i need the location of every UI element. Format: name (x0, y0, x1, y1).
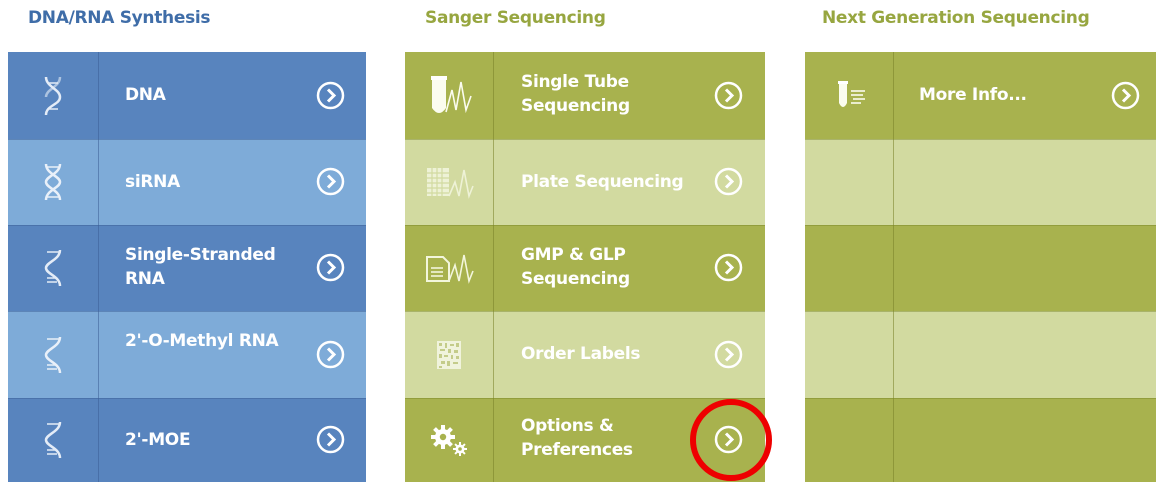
menu-label-single-stranded-rna: Single-Stranded RNA (125, 245, 276, 289)
chevron-right-circle-icon[interactable] (316, 167, 345, 196)
sirna-helix-icon (8, 139, 98, 225)
row-separator (405, 225, 765, 226)
chevron-right-circle-icon[interactable] (714, 81, 743, 110)
menu-row-sirna[interactable]: siRNA (8, 139, 366, 225)
next-generation-sequencing-panel: More Info... (805, 52, 1156, 482)
single-strand-icon (8, 398, 98, 482)
panel-column-divider (493, 52, 494, 482)
empty-row (805, 398, 1156, 482)
menu-label-plate-sequencing: Plate Sequencing (521, 172, 684, 192)
single-strand-icon (8, 225, 98, 311)
single-strand-icon (8, 311, 98, 398)
panel-column-divider (98, 52, 99, 482)
dna-double-helix-icon (8, 52, 98, 139)
menu-row-order-labels[interactable]: Order Labels (405, 311, 765, 398)
menu-row-2-moe[interactable]: 2'-MOE (8, 398, 366, 482)
menu-label-2-o-methyl-rna: 2'-O-Methyl RNA (125, 331, 279, 351)
chevron-right-circle-icon[interactable] (714, 167, 743, 196)
menu-row-more-info[interactable]: More Info... (805, 52, 1156, 139)
menu-row-2-o-methyl-rna[interactable]: 2'-O-Methyl RNA (8, 311, 366, 398)
dna-rna-synthesis-panel: DNA siRNA Single-Stranded RNA 2'-O-Methy… (8, 52, 366, 482)
chevron-right-circle-icon[interactable] (1111, 81, 1140, 110)
menu-row-gmp-glp-sequencing[interactable]: GMP & GLP Sequencing (405, 225, 765, 311)
row-separator (8, 139, 366, 140)
row-separator (8, 398, 366, 399)
row-separator (805, 398, 1156, 399)
tube-chromatogram-icon (405, 52, 493, 139)
dna-rna-synthesis-title: DNA/RNA Synthesis (28, 8, 211, 28)
menu-label-2-moe: 2'-MOE (125, 430, 191, 450)
document-chromatogram-icon (405, 225, 493, 311)
chevron-right-circle-icon[interactable] (316, 425, 345, 454)
row-separator (405, 139, 765, 140)
row-separator (805, 139, 1156, 140)
empty-row (805, 139, 1156, 225)
menu-label-options-preferences: Options & Preferences (521, 416, 633, 460)
gears-icon (405, 398, 493, 482)
sanger-sequencing-title: Sanger Sequencing (425, 8, 606, 28)
menu-row-single-stranded-rna[interactable]: Single-Stranded RNA (8, 225, 366, 311)
chevron-right-circle-icon[interactable] (714, 253, 743, 282)
chevron-right-circle-icon[interactable] (316, 81, 345, 110)
plate-chromatogram-icon (405, 139, 493, 225)
chevron-right-circle-icon[interactable] (316, 253, 345, 282)
panel-column-divider (893, 52, 894, 482)
chevron-right-circle-icon[interactable] (316, 340, 345, 369)
empty-row (805, 225, 1156, 311)
row-separator (805, 311, 1156, 312)
menu-row-plate-sequencing[interactable]: Plate Sequencing (405, 139, 765, 225)
chevron-right-circle-icon[interactable] (714, 340, 743, 369)
row-separator (8, 311, 366, 312)
row-separator (405, 311, 765, 312)
menu-row-dna[interactable]: DNA (8, 52, 366, 139)
menu-label-more-info: More Info... (919, 85, 1027, 105)
menu-label-dna: DNA (125, 85, 166, 105)
tube-reads-icon (805, 52, 893, 139)
highlight-circle-annotation (690, 399, 772, 481)
menu-label-sirna: siRNA (125, 172, 180, 192)
menu-row-single-tube-sequencing[interactable]: Single Tube Sequencing (405, 52, 765, 139)
next-generation-sequencing-title: Next Generation Sequencing (822, 8, 1090, 28)
menu-label-single-tube-sequencing: Single Tube Sequencing (521, 72, 630, 116)
row-separator (8, 225, 366, 226)
menu-label-order-labels: Order Labels (521, 344, 641, 364)
empty-row (805, 311, 1156, 398)
barcode-label-icon (405, 311, 493, 398)
row-separator (805, 225, 1156, 226)
menu-label-gmp-glp-sequencing: GMP & GLP Sequencing (521, 245, 630, 289)
